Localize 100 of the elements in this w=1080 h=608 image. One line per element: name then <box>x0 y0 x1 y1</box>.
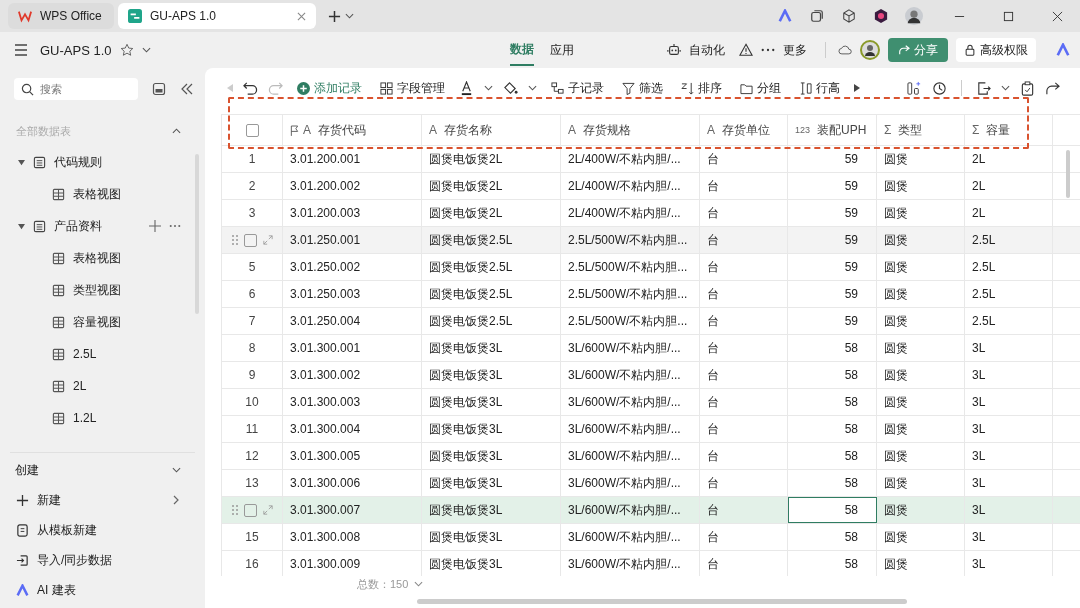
history-icon[interactable] <box>932 80 947 96</box>
panel-icon[interactable] <box>152 82 166 96</box>
table-cell: 圆煲电饭煲2.5L <box>422 281 561 307</box>
chevron-down-icon[interactable] <box>141 47 151 53</box>
search-field[interactable]: 搜索 <box>14 78 138 100</box>
maximize-icon[interactable] <box>1003 10 1014 22</box>
toolbar-button[interactable]: 添加记录 <box>293 79 366 97</box>
avatar[interactable] <box>860 40 880 60</box>
sidebar-item[interactable]: 代码规则 <box>0 146 205 178</box>
cube-icon[interactable] <box>842 9 856 23</box>
warning-icon[interactable] <box>739 43 753 57</box>
expand-triangle-icon[interactable] <box>18 158 25 166</box>
table-cell: 圆煲电饭煲3L <box>422 551 561 576</box>
app-badge-icon[interactable] <box>874 9 888 23</box>
table-cell: 2L/400W/不粘内胆/... <box>561 173 700 199</box>
toolbar-button[interactable]: 行高 <box>795 79 844 97</box>
column-header[interactable]: Σ 容量 <box>965 115 1053 145</box>
windows-icon[interactable] <box>810 9 824 23</box>
column-header[interactable]: A 存货单位 <box>700 115 788 145</box>
star-icon[interactable] <box>119 43 134 57</box>
plus-icon <box>16 493 29 507</box>
text-color-icon[interactable] <box>459 80 474 96</box>
sidebar-item[interactable]: 2L <box>0 370 205 402</box>
ai-logo-icon[interactable] <box>778 9 792 23</box>
scroll-right-icon[interactable] <box>854 84 860 92</box>
sidebar-item[interactable]: 类型视图 <box>0 274 205 306</box>
chevron-down-icon[interactable] <box>484 85 493 91</box>
table-cell: 3.01.250.002 <box>283 254 422 280</box>
create-item[interactable]: 新建 <box>10 485 195 515</box>
column-header[interactable]: A 存货代码 <box>283 115 422 145</box>
browser-tab[interactable]: GU-APS 1.0 <box>118 3 316 29</box>
grid-icon <box>52 315 65 329</box>
clipboard-icon[interactable] <box>1020 80 1035 96</box>
section-title: 全部数据表 <box>16 123 71 139</box>
toolbar-button[interactable]: 字段管理 <box>376 79 449 97</box>
chevron-down-icon[interactable] <box>345 13 354 19</box>
sidebar-item[interactable]: 表格视图 <box>0 242 205 274</box>
select-all-checkbox[interactable] <box>245 123 259 137</box>
collapse-icon[interactable] <box>180 82 194 96</box>
add-icon[interactable] <box>149 220 161 232</box>
toolbar-button[interactable]: 分组 <box>736 79 785 97</box>
create-item[interactable]: 从模板新建 <box>10 515 195 545</box>
undo-icon[interactable] <box>243 80 258 96</box>
filter-icon <box>622 81 635 95</box>
sidebar-item[interactable]: 产品资料 <box>0 210 205 242</box>
table-cell: 圆煲电饭煲2.5L <box>422 254 561 280</box>
table-cell: 3L <box>965 443 1053 469</box>
permission-button[interactable]: 高级权限 <box>956 38 1036 62</box>
avatar[interactable] <box>905 7 923 25</box>
layout-icon[interactable] <box>907 80 922 96</box>
sidebar-item[interactable]: 容量视图 <box>0 306 205 338</box>
create-item[interactable]: 导入/同步数据 <box>10 545 195 575</box>
column-header[interactable]: A 存货名称 <box>422 115 561 145</box>
chevron-down-icon[interactable] <box>172 467 181 473</box>
table-cell: 圆煲 <box>877 443 965 469</box>
more-button[interactable]: 更多 <box>783 41 807 59</box>
chevron-down-icon[interactable] <box>528 85 537 91</box>
column-header[interactable]: Σ 类型 <box>877 115 965 145</box>
chevron-down-icon[interactable] <box>1001 85 1010 91</box>
robot-icon[interactable] <box>667 43 681 57</box>
new-tab-icon[interactable] <box>328 9 341 23</box>
create-item[interactable]: AI 建表 <box>10 575 195 605</box>
table-cell: 3L <box>965 551 1053 576</box>
table-cell: 圆煲 <box>877 227 965 253</box>
column-header[interactable]: A 存货规格 <box>561 115 700 145</box>
table-cell: 3L <box>965 362 1053 388</box>
share-icon[interactable] <box>1045 80 1060 96</box>
close-icon[interactable] <box>297 11 306 21</box>
chevron-up-icon[interactable] <box>172 128 181 134</box>
view-tab[interactable]: 应用 <box>550 35 574 65</box>
toolbar-button[interactable]: 筛选 <box>618 79 667 97</box>
column-header[interactable]: 123 装配UPH <box>788 115 877 145</box>
close-icon[interactable] <box>1052 10 1063 22</box>
toolbar-button[interactable]: 子记录 <box>547 79 608 97</box>
share-button[interactable]: 分享 <box>888 38 948 62</box>
toolbar-button[interactable]: 排序 <box>677 79 726 97</box>
table-cell: 3.01.300.001 <box>283 335 422 361</box>
cloud-icon[interactable] <box>838 43 852 57</box>
automation-button[interactable]: 自动化 <box>689 41 725 59</box>
table-cell: 3.01.300.005 <box>283 443 422 469</box>
ai-logo-icon[interactable] <box>1056 43 1070 57</box>
table-cell: 台 <box>700 281 788 307</box>
expand-triangle-icon[interactable] <box>18 222 25 230</box>
sidebar-item[interactable]: 2.5L <box>0 338 205 370</box>
drag-handle-icon[interactable] <box>231 505 238 515</box>
fill-color-icon[interactable] <box>503 80 518 96</box>
browser-tab[interactable]: WPS Office <box>8 3 114 29</box>
table-cell: 圆煲电饭煲3L <box>422 416 561 442</box>
export-icon[interactable] <box>976 80 991 96</box>
sidebar-item[interactable]: 表格视图 <box>0 178 205 210</box>
table-cell: 59 <box>788 173 877 199</box>
view-tab[interactable]: 数据 <box>510 34 534 66</box>
table-cell: 3L/600W/不粘内胆/... <box>561 497 700 523</box>
row-checkbox[interactable] <box>243 503 257 517</box>
chevron-down-icon[interactable] <box>414 581 424 587</box>
row-checkbox[interactable] <box>243 233 257 247</box>
menu-icon[interactable] <box>14 43 28 57</box>
sidebar-item[interactable]: 1.2L <box>0 402 205 434</box>
table-cell: 圆煲电饭煲2L <box>422 173 561 199</box>
drag-handle-icon[interactable] <box>231 235 238 245</box>
